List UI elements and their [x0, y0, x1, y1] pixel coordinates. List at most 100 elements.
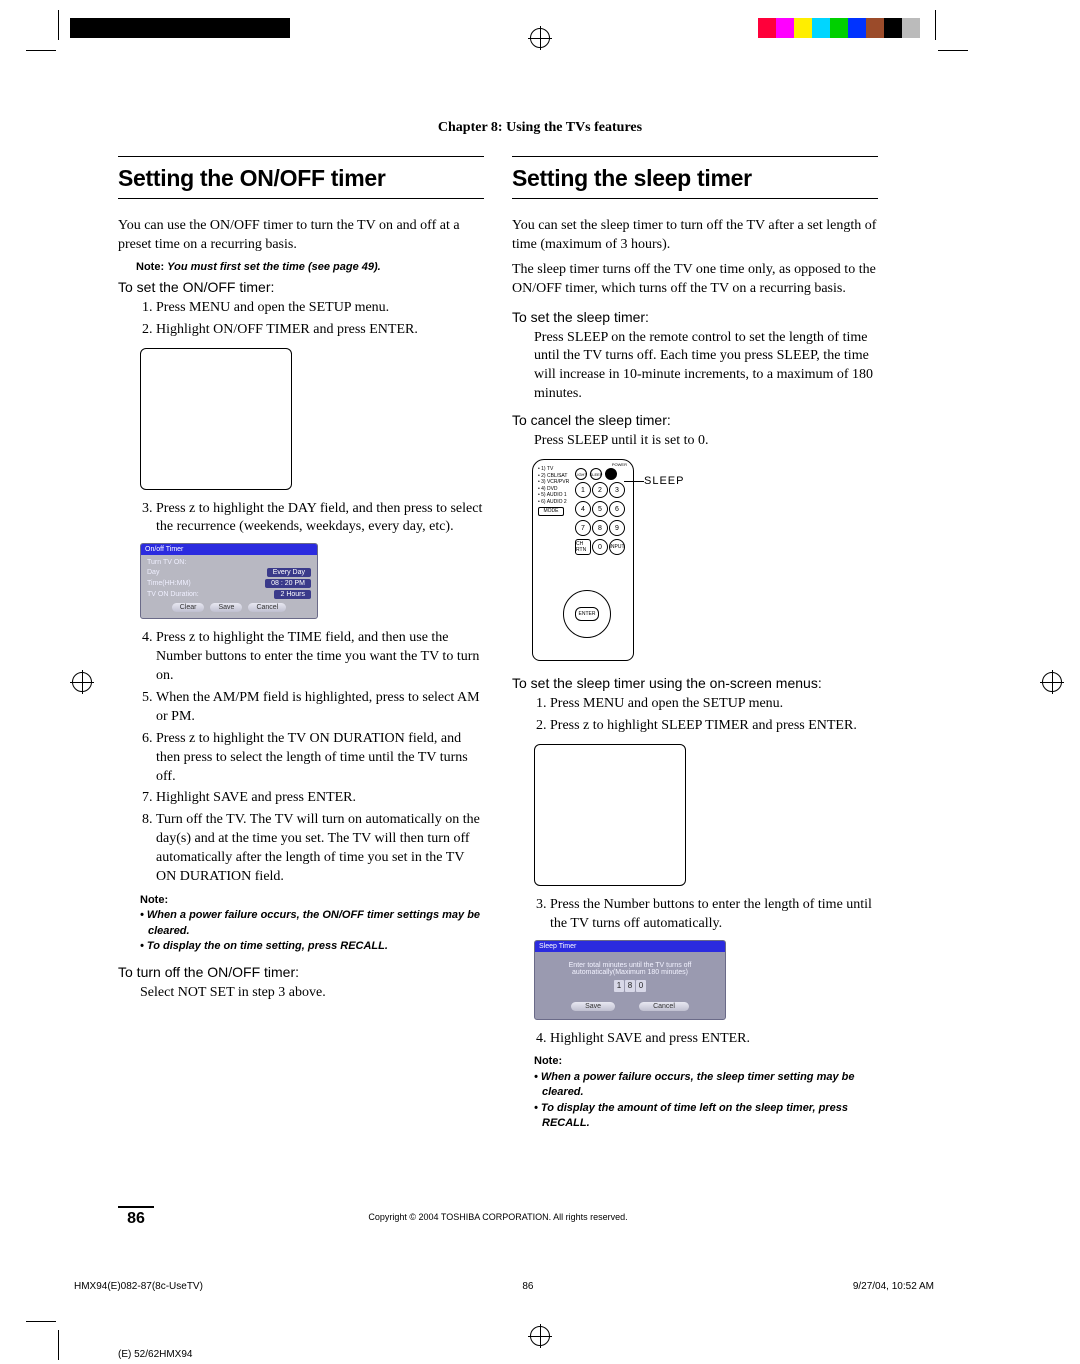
swatch — [758, 18, 776, 38]
light-button-icon: LIGHT — [575, 468, 587, 480]
step: Press z to highlight the TV ON DURATION … — [156, 730, 484, 787]
num-key: 1 — [575, 482, 591, 498]
step: Press MENU and open the SETUP menu. — [550, 695, 878, 714]
subhead-cancel-sleep: To cancel the sleep timer: — [512, 412, 878, 428]
swatch — [848, 18, 866, 38]
step: Press z to highlight the DAY field, and … — [156, 500, 484, 538]
day-label: Day — [147, 569, 159, 576]
registration-mark-icon — [530, 28, 550, 48]
duration-label: TV ON Duration: — [147, 591, 199, 598]
note-bullet: • To display the on time setting, press … — [140, 939, 484, 954]
save-button: Save — [210, 603, 242, 612]
time-label: Time(HH:MM) — [147, 580, 191, 587]
num-key: 5 — [592, 501, 608, 517]
print-timestamp: 9/27/04, 10:52 AM — [853, 1281, 934, 1292]
num-key: 7 — [575, 520, 591, 536]
page-number: 86 — [118, 1206, 154, 1228]
cancel-sleep-body: Press SLEEP until it is set to 0. — [534, 432, 878, 451]
screenshot-placeholder — [140, 348, 292, 490]
digit: 1 — [614, 980, 624, 992]
save-button: Save — [571, 1002, 615, 1011]
swatch — [812, 18, 830, 38]
power-label: POWER — [612, 462, 627, 467]
black-block — [70, 18, 290, 38]
steps-list: Press the Number buttons to enter the le… — [512, 896, 878, 934]
sleep-timer-dialog: Sleep Timer Enter total minutes until th… — [534, 940, 726, 1020]
turn-on-label: Turn TV ON: — [147, 559, 311, 566]
sleep-callout-label: SLEEP — [644, 475, 684, 487]
dialog-msg: Enter total minutes until the TV turns o… — [543, 962, 717, 969]
enter-button: ENTER — [575, 607, 599, 621]
steps-list: Press MENU and open the SETUP menu. Pres… — [512, 695, 878, 736]
color-swatches — [758, 18, 920, 38]
num-key: 0 — [592, 539, 608, 555]
swatch — [884, 18, 902, 38]
swatch — [776, 18, 794, 38]
crop-mark — [938, 50, 968, 51]
registration-mark-icon — [530, 1326, 550, 1346]
note-label: Note: — [136, 261, 164, 273]
digit: 0 — [636, 980, 646, 992]
chapter-header: Chapter 8: Using the TVs features — [0, 120, 1080, 136]
print-footline: HMX94(E)082-87(8c-UseTV) 86 9/27/04, 10:… — [74, 1281, 934, 1292]
crop-mark — [58, 10, 59, 40]
dialog-msg: automatically(Maximum 180 minutes) — [543, 969, 717, 976]
step: Press z to highlight SLEEP TIMER and pre… — [550, 717, 878, 736]
document-slug: (E) 52/62HMX94 — [118, 1349, 192, 1360]
callout-line — [624, 481, 644, 482]
sleep-button-icon: SLEEP — [590, 468, 602, 480]
num-key: 8 — [592, 520, 608, 536]
digit: 8 — [625, 980, 635, 992]
crop-mark — [58, 1330, 59, 1360]
heading-sleep-timer: Setting the sleep timer — [512, 165, 878, 192]
right-column: Setting the sleep timer You can set the … — [512, 156, 878, 1131]
subhead-set-sleep: To set the sleep timer: — [512, 309, 878, 325]
note-label: Note: — [140, 894, 168, 906]
swatch — [866, 18, 884, 38]
cancel-button: Cancel — [248, 603, 286, 612]
duration-value: 2 Hours — [274, 590, 311, 599]
crop-mark — [26, 1321, 56, 1322]
num-key: 2 — [592, 482, 608, 498]
registration-mark-icon — [1042, 672, 1062, 692]
copyright-text: Copyright © 2004 TOSHIBA CORPORATION. Al… — [368, 1212, 627, 1222]
time-value: 08 : 20 PM — [265, 579, 311, 588]
dialog-title: On/off Timer — [141, 544, 317, 555]
input-key: INPUT — [609, 539, 625, 555]
intro-text: You can set the sleep timer to turn off … — [512, 217, 878, 255]
note-bullet: • To display the amount of time left on … — [534, 1101, 878, 1132]
step: Highlight SAVE and press ENTER. — [156, 789, 484, 808]
chrtn-key: CH RTN — [575, 539, 591, 555]
heading-onoff-timer: Setting the ON/OFF timer — [118, 165, 484, 192]
subhead-turn-off: To turn off the ON/OFF timer: — [118, 964, 484, 980]
turn-off-step: Select NOT SET in step 3 above. — [140, 984, 484, 1003]
step: Highlight SAVE and press ENTER. — [550, 1030, 878, 1049]
page-footer: 86 Copyright © 2004 TOSHIBA CORPORATION.… — [118, 1206, 878, 1228]
step: Press the Number buttons to enter the le… — [550, 896, 878, 934]
set-sleep-body: Press SLEEP on the remote control to set… — [534, 329, 878, 405]
power-button-icon — [605, 468, 617, 480]
num-key: 6 — [609, 501, 625, 517]
note-bullet: • When a power failure occurs, the sleep… — [534, 1070, 878, 1101]
device-item: • 6) AUDIO 2 — [538, 499, 576, 506]
subhead-set-menus: To set the sleep timer using the on-scre… — [512, 675, 878, 691]
crop-mark — [26, 50, 56, 51]
steps-list: Press z to highlight the TIME field, and… — [118, 629, 484, 887]
day-value: Every Day — [267, 568, 311, 577]
step: Press z to highlight the TIME field, and… — [156, 629, 484, 686]
screenshot-placeholder — [534, 744, 686, 886]
note-label: Note: — [534, 1055, 562, 1067]
clear-button: Clear — [172, 603, 205, 612]
swatch — [830, 18, 848, 38]
num-key: 3 — [609, 482, 625, 498]
num-key: 4 — [575, 501, 591, 517]
swatch — [794, 18, 812, 38]
steps-list: Press MENU and open the SETUP menu. High… — [118, 299, 484, 340]
note-bullet: • When a power failure occurs, the ON/OF… — [140, 908, 484, 939]
dpad-icon: ENTER — [563, 590, 611, 638]
dialog-title: Sleep Timer — [535, 941, 725, 952]
step: When the AM/PM field is highlighted, pre… — [156, 689, 484, 727]
crop-mark — [935, 10, 936, 40]
intro-text: The sleep timer turns off the TV one tim… — [512, 261, 878, 299]
cancel-button: Cancel — [639, 1002, 689, 1011]
